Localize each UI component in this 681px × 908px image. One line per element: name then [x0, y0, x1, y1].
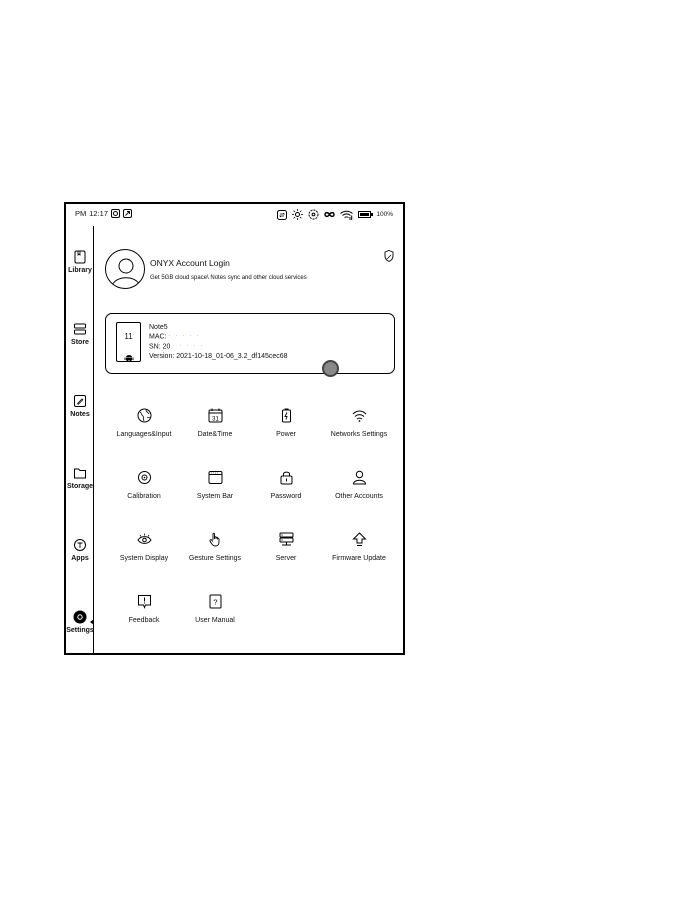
calendar-icon: 31 — [208, 408, 223, 423]
sidebar-item-label: Storage — [66, 483, 94, 490]
sidebar-item-label: Settings — [66, 627, 94, 634]
server-icon — [279, 532, 294, 547]
book-icon — [73, 250, 87, 264]
sidebar-item-library[interactable]: Library — [66, 250, 94, 274]
setting-label: System Bar — [196, 493, 234, 500]
screenshot-app-icon[interactable] — [111, 209, 121, 218]
mac-label: MAC: — [149, 333, 167, 341]
battery-level: 100% — [376, 211, 393, 218]
manual-icon: ? — [208, 594, 223, 609]
status-bar: PM 12:17 100% — [66, 204, 403, 226]
sidebar-item-storage[interactable]: Storage — [66, 466, 94, 490]
system-bar-icon — [208, 470, 223, 485]
setting-label: Gesture Settings — [188, 555, 242, 562]
feedback-icon — [137, 594, 152, 609]
avatar[interactable] — [105, 249, 145, 289]
account-title[interactable]: ONYX Account Login — [150, 258, 230, 268]
tablet-icon: 11 — [116, 322, 141, 362]
infinity-icon[interactable] — [324, 211, 336, 218]
user-manual-setting[interactable]: ? User Manual — [175, 594, 255, 624]
android-icon — [124, 349, 134, 367]
firmware-update-setting[interactable]: Firmware Update — [319, 532, 399, 562]
setting-label: User Manual — [195, 617, 235, 624]
device-details: Note5 MAC: · · · · · SN: 20 · · · · · Ve… — [149, 323, 288, 362]
version-label: Version: — [149, 353, 175, 361]
user-icon — [352, 470, 367, 485]
sidebar-item-notes[interactable]: Notes — [66, 394, 94, 418]
networks-settings[interactable]: Networks Settings — [319, 408, 399, 438]
wifi-icon — [352, 408, 367, 423]
power-icon — [279, 408, 294, 423]
hand-icon — [208, 532, 223, 547]
date-time-setting[interactable]: 31 Date&Time — [175, 408, 255, 438]
settings-main: ONYX Account Login Get 5GB cloud space\ … — [94, 226, 403, 653]
device-info-card[interactable]: 11 Note5 MAC: · · · · · SN: 20 · · · · ·… — [105, 313, 395, 374]
sync-icon[interactable] — [277, 209, 288, 220]
time-period: PM — [75, 209, 87, 218]
battery-icon — [358, 211, 374, 218]
store-icon — [73, 322, 87, 336]
other-accounts-setting[interactable]: Other Accounts — [319, 470, 399, 500]
navigation-app-icon[interactable] — [123, 209, 133, 218]
mac-value: · · · · · — [168, 333, 201, 340]
setting-label: Feedback — [128, 617, 160, 624]
account-subtitle: Get 5GB cloud space\ Notes sync and othe… — [150, 275, 307, 281]
settings-icon — [73, 610, 87, 624]
languages-input-setting[interactable]: Languages&Input — [104, 408, 184, 438]
sidebar: Library Store Notes Storage Apps Setting… — [66, 226, 94, 653]
sidebar-item-label: Apps — [71, 555, 89, 562]
feedback-setting[interactable]: Feedback — [104, 594, 184, 624]
version-value: 2021-10-18_01-06_3.2_df145cec68 — [176, 353, 288, 361]
system-display-setting[interactable]: System Display — [104, 532, 184, 562]
shield-icon[interactable] — [384, 249, 394, 263]
power-setting[interactable]: Power — [246, 408, 326, 438]
upgrade-icon — [351, 532, 367, 547]
setting-label: Power — [276, 431, 296, 438]
folder-icon — [73, 466, 87, 480]
calibration-setting[interactable]: Calibration — [104, 470, 184, 500]
setting-label: Networks Settings — [330, 431, 388, 438]
sidebar-item-label: Library — [68, 267, 92, 274]
device-model: Note5 — [149, 324, 168, 331]
setting-label: Server — [275, 555, 297, 562]
calendar-icon-text: 31 — [212, 417, 219, 423]
setting-label: System Display — [119, 555, 169, 562]
setting-label: Firmware Update — [332, 555, 386, 562]
sidebar-item-label: Notes — [70, 411, 90, 418]
pen-icon — [73, 394, 87, 408]
gesture-settings[interactable]: Gesture Settings — [175, 532, 255, 562]
setting-label: Date&Time — [197, 431, 233, 438]
system-bar-setting[interactable]: System Bar — [175, 470, 255, 500]
setting-label: Calibration — [127, 493, 161, 500]
floating-scroll-button[interactable] — [322, 360, 339, 377]
refresh-icon[interactable] — [308, 209, 319, 220]
calibration-icon — [137, 470, 152, 485]
device-screen: PM 12:17 100% Library Store Notes Storag… — [64, 202, 405, 655]
lock-icon — [279, 470, 294, 485]
clock: 12:17 — [89, 209, 109, 218]
sidebar-item-label: Store — [71, 339, 89, 346]
account-login[interactable]: ONYX Account Login Get 5GB cloud space\ … — [105, 249, 403, 293]
manual-icon-text: ? — [213, 598, 217, 607]
eye-icon — [136, 532, 152, 547]
server-setting[interactable]: Server — [246, 532, 326, 562]
sn-label: SN: 20 — [149, 343, 171, 351]
apps-icon — [73, 538, 87, 552]
sidebar-item-apps[interactable]: Apps — [66, 538, 94, 562]
brightness-icon[interactable] — [292, 209, 304, 220]
sidebar-item-store[interactable]: Store — [66, 322, 94, 346]
language-icon — [137, 408, 152, 423]
setting-label: Password — [270, 493, 302, 500]
setting-label: Languages&Input — [116, 431, 172, 438]
tablet-icon-number: 11 — [124, 332, 133, 341]
password-setting[interactable]: Password — [246, 470, 326, 500]
wifi-status-icon[interactable] — [340, 210, 354, 220]
sn-value: · · · · · — [172, 343, 205, 350]
setting-label: Other Accounts — [335, 493, 383, 500]
